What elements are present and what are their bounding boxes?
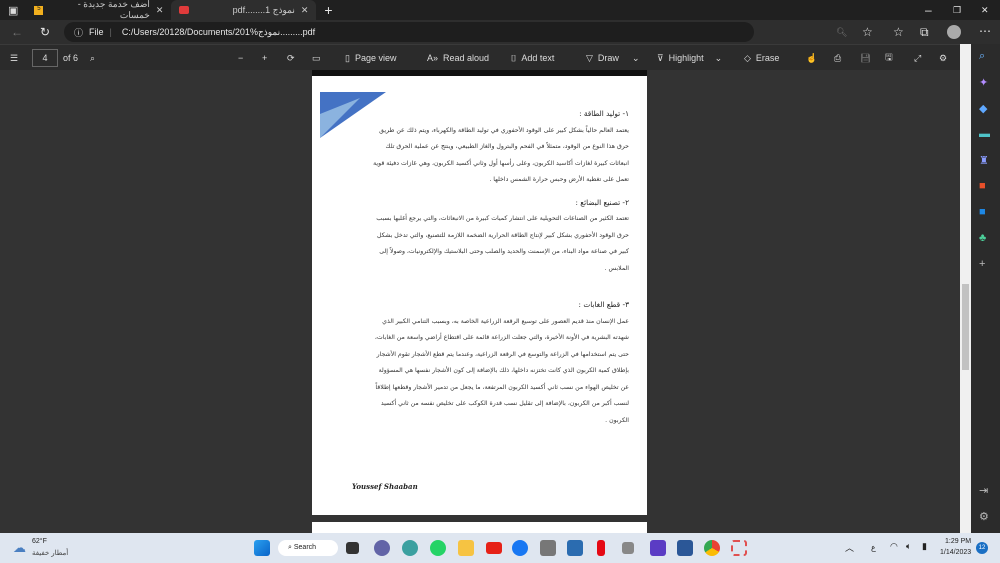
tab-khamsat[interactable]: 5 أضف خدمة جديدة - خمسات ✕ [26,0,171,20]
battery-icon[interactable]: ▮ [922,541,927,552]
close-icon[interactable]: ✕ [301,5,309,16]
tree-icon[interactable]: ♣ [979,232,986,244]
back-button[interactable]: ← [11,25,23,39]
zoom-out-icon[interactable]: 🔍︎ [836,27,847,38]
sidebar-toggle-icon[interactable]: ⇥ [979,484,988,497]
chrome-icon[interactable] [704,540,720,556]
restore-button[interactable]: ❐ [953,5,961,16]
add-text-icon: ⌷ [511,52,517,63]
task-view-icon[interactable] [346,542,359,554]
fullscreen-icon[interactable]: ⤢ [914,45,921,71]
address-bar[interactable]: ⓘ File | C:/Users/20128/Documents/201%نم… [64,22,847,42]
settings-icon[interactable]: ⚙ [939,45,947,71]
highlight-icon: ⊽ [657,52,664,63]
app-m-icon[interactable] [622,542,634,554]
tools-icon[interactable]: ▬ [979,128,990,140]
profile-avatar[interactable] [947,25,961,39]
volume-icon[interactable]: 🔈︎ [906,541,911,552]
read-aloud-button[interactable]: A» Read aloud [427,45,489,71]
chevron-up-icon[interactable]: ︿ [845,541,854,554]
edge-icon[interactable] [402,540,418,556]
fit-page-icon[interactable]: ▭ [312,45,321,71]
taskbar: ☁ 62°F أمطار خفيفة ⌕ Search ︿ ع ◠ 🔈︎ ▮ 1… [0,533,1000,563]
search-box[interactable]: ⌕ Search [278,540,338,556]
start-icon[interactable] [254,540,270,556]
close-icon[interactable]: ✕ [156,5,164,16]
notification-badge[interactable]: 12 [976,542,988,554]
eraser-icon: ◇ [744,52,751,63]
signature: Youssef Shaaban [352,482,418,491]
scrollbar-thumb[interactable] [962,284,969,370]
youtube-icon[interactable] [486,542,502,554]
refresh-button[interactable]: ↻ [40,25,50,39]
pdf-viewer: ١- توليد الطاقة : يعتمد العالم حالياً بش… [0,70,960,542]
print-icon[interactable]: ⎙ [834,45,841,71]
save-as-icon[interactable]: 🖫 [885,45,893,71]
more-menu-icon[interactable]: ⋯ [979,24,991,38]
section-heading: ٢- تصنيع البضائع : [575,197,629,207]
contents-icon[interactable]: ☰ [10,45,18,71]
draw-icon: ▽ [586,52,593,63]
netflix-icon[interactable] [597,540,605,556]
file-explorer-icon[interactable] [458,540,474,556]
wifi-icon[interactable]: ◠ [890,541,898,552]
weather-icon[interactable]: ☁ [13,540,26,556]
tab-strip: ▣ 5 أضف خدمة جديدة - خمسات ✕ pdf........… [0,0,1000,20]
games-icon[interactable]: ♜ [979,154,989,167]
new-tab-button[interactable]: + [324,2,332,18]
store-icon[interactable] [567,540,583,556]
save-icon: 💾︎ [860,52,872,63]
word-icon[interactable] [677,540,693,556]
section-heading: ٣- قطع الغابات : [578,300,629,309]
collections-icon[interactable]: ⧉ [920,25,929,40]
section-heading: ١- توليد الطاقة : [579,109,629,118]
add-icon[interactable]: + [979,258,985,270]
rotate-icon[interactable]: ⟳ [287,45,295,71]
favorites-icon[interactable]: ☆ [893,25,904,39]
close-window-button[interactable]: ✕ [981,5,989,16]
snipping-tool-icon[interactable] [731,540,747,556]
zoom-in-button[interactable]: + [262,45,267,71]
copilot-icon[interactable]: ✦ [979,76,988,89]
tab-pdf[interactable]: pdf........نموذج 1 ✕ [171,0,317,20]
minimize-button[interactable]: – [925,3,932,17]
edge-sidebar: ⌕ ✦ ◆ ▬ ♜ ■ ■ ♣ + ⇥ ⚙ [971,44,1000,533]
facebook-icon[interactable] [512,540,528,556]
read-aloud-icon: A» [427,53,439,63]
search-icon[interactable]: ⌕ [979,50,985,63]
chevron-down-icon[interactable]: ⌄ [632,53,640,64]
tab-actions-icon[interactable]: ▣ [8,4,18,17]
shopping-icon[interactable]: ◆ [979,102,987,115]
page-view-button[interactable]: ▯ Page view [345,45,396,71]
wikipedia-icon[interactable] [540,540,556,556]
scrollbar[interactable] [960,44,971,533]
language-indicator[interactable]: ع [871,543,876,552]
chevron-down-icon[interactable]: ⌄ [715,53,723,64]
find-icon[interactable]: ⌕ [90,45,95,71]
page-number-input[interactable]: 4 [32,49,58,67]
draw-button[interactable]: ▽ Draw ⌄ [586,45,639,71]
zoom-out-button[interactable]: − [238,45,243,71]
whatsapp-icon[interactable] [430,540,446,556]
pdf-page: ١- توليد الطاقة : يعتمد العالم حالياً بش… [312,70,647,515]
teams-icon[interactable] [374,540,390,556]
erase-button[interactable]: ◇ Erase [744,45,779,71]
favorite-add-icon[interactable]: ☆ [862,25,873,39]
settings-icon[interactable]: ⚙ [979,510,989,523]
pdf-icon [179,6,190,14]
info-icon: ⓘ [74,27,84,38]
page-view-icon: ▯ [345,52,350,63]
khamsat-icon: 5 [34,5,44,15]
touch-icon: ☝ [806,52,818,63]
app-purple-icon[interactable] [650,540,666,556]
highlight-button[interactable]: ⊽ Highlight ⌄ [657,45,722,71]
office-icon[interactable]: ■ [979,180,986,192]
pdf-toolbar: ☰ 4 of 6 ⌕ − + ⟳ ▭ ▯ Page view A» Read alou… [0,44,960,70]
add-text-button[interactable]: ⌷ Add text [511,45,554,71]
url-text[interactable]: C:/Users/20128/Documents/201%نموذج......… [122,27,315,38]
outlook-icon[interactable]: ■ [979,206,986,218]
